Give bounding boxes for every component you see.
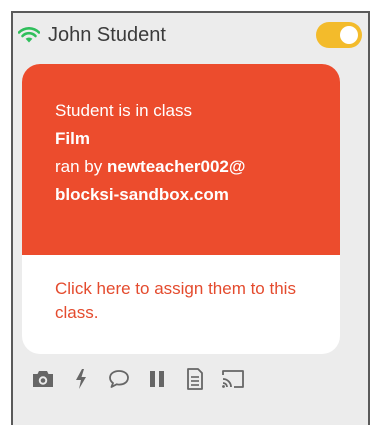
chat-icon[interactable] — [106, 366, 132, 392]
document-icon[interactable] — [182, 366, 208, 392]
teacher-email-part1: newteacher002@ — [106, 157, 246, 176]
student-header: John Student — [17, 20, 366, 50]
cast-icon[interactable] — [220, 366, 246, 392]
ran-by-label: ran by — [55, 157, 107, 176]
teacher-line: ran by newteacher002@ — [55, 153, 320, 181]
wifi-icon — [17, 27, 41, 43]
camera-icon[interactable] — [30, 366, 56, 392]
class-name: Film — [55, 129, 90, 148]
assign-class-link[interactable]: Click here to assign them to this class. — [22, 255, 340, 325]
monitoring-toggle[interactable] — [316, 22, 362, 48]
class-status: Student is in class Film ran by newteach… — [22, 64, 340, 255]
status-panel: Student is in class Film ran by newteach… — [22, 64, 340, 354]
toggle-knob — [340, 26, 358, 44]
action-toolbar — [30, 365, 258, 393]
student-name: John Student — [48, 23, 166, 46]
pause-icon[interactable] — [144, 366, 170, 392]
status-line: Student is in class — [55, 101, 193, 120]
teacher-email-part2: blocksi-sandbox.com — [55, 185, 229, 204]
lightning-icon[interactable] — [68, 366, 94, 392]
